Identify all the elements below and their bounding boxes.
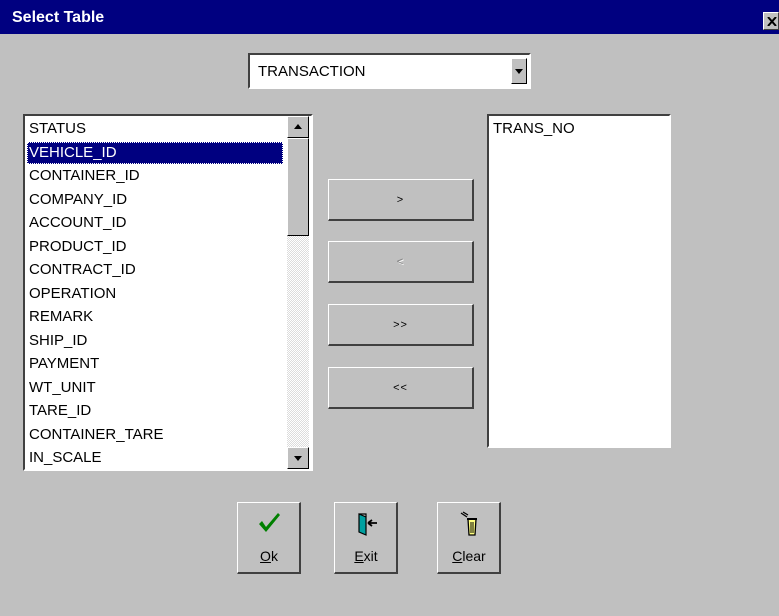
add-field-button[interactable]: > (328, 179, 474, 221)
exit-label: xit (363, 548, 378, 564)
list-item[interactable]: ACCOUNT_ID (27, 212, 283, 234)
select-table-dialog: Select Table TRANSACTION STATUS VEHICLE_I… (0, 0, 779, 616)
list-item[interactable]: WT_UNIT (27, 377, 283, 399)
arrow-up-icon (294, 124, 302, 129)
clear-button[interactable]: Clear (437, 502, 501, 574)
table-dropdown[interactable]: TRANSACTION (248, 53, 531, 89)
exit-button[interactable]: Exit (334, 502, 398, 574)
exit-door-icon (358, 513, 377, 536)
list-item[interactable]: VEHICLE_ID (27, 141, 283, 164)
scroll-down-button[interactable] (287, 447, 309, 469)
list-item[interactable]: CONTAINER_TARE (27, 424, 283, 446)
close-icon (767, 17, 777, 26)
ok-mnemonic: O (260, 548, 271, 564)
window-title: Select Table (12, 9, 105, 26)
close-button[interactable] (763, 12, 779, 30)
list-item[interactable]: CONTAINER_ID (27, 165, 283, 187)
list-item[interactable]: PAYMENT (27, 353, 283, 375)
checkmark-icon (259, 513, 280, 532)
list-item[interactable]: CONTRACT_ID (27, 259, 283, 281)
chevron-down-icon (515, 69, 523, 74)
ok-label: k (270, 548, 278, 564)
available-fields-scrollbar[interactable] (287, 116, 309, 469)
list-item[interactable]: SHIP_ID (27, 330, 283, 352)
scroll-up-button[interactable] (287, 116, 309, 138)
list-item[interactable]: REMARK (27, 306, 283, 328)
table-dropdown-value: TRANSACTION (258, 63, 366, 80)
list-item[interactable]: TARE_ID (27, 400, 283, 422)
clear-label: lear (462, 548, 486, 564)
dropdown-button[interactable] (511, 58, 527, 84)
remove-field-button[interactable]: < (328, 241, 474, 283)
list-item[interactable]: STATUS (27, 118, 283, 140)
list-item[interactable]: COMPANY_ID (27, 189, 283, 211)
available-fields-list[interactable]: STATUS VEHICLE_ID CONTAINER_ID COMPANY_ID AC… (23, 114, 313, 471)
arrow-down-icon (294, 456, 302, 461)
title-bar[interactable]: Select Table (0, 0, 779, 34)
list-item[interactable]: IN_SCALE (27, 447, 283, 469)
selected-fields-list[interactable]: TRANS_NO (487, 114, 671, 448)
trash-can-icon (460, 511, 477, 536)
list-item[interactable]: PRODUCT_ID (27, 236, 283, 258)
remove-all-fields-button[interactable]: << (328, 367, 474, 409)
ok-button[interactable]: Ok (237, 502, 301, 574)
clear-mnemonic: C (452, 548, 463, 564)
list-item[interactable]: TRANS_NO (491, 118, 663, 140)
list-item[interactable]: OPERATION (27, 283, 283, 305)
exit-mnemonic: E (354, 548, 364, 564)
scroll-thumb[interactable] (287, 138, 309, 236)
add-all-fields-button[interactable]: >> (328, 304, 474, 346)
